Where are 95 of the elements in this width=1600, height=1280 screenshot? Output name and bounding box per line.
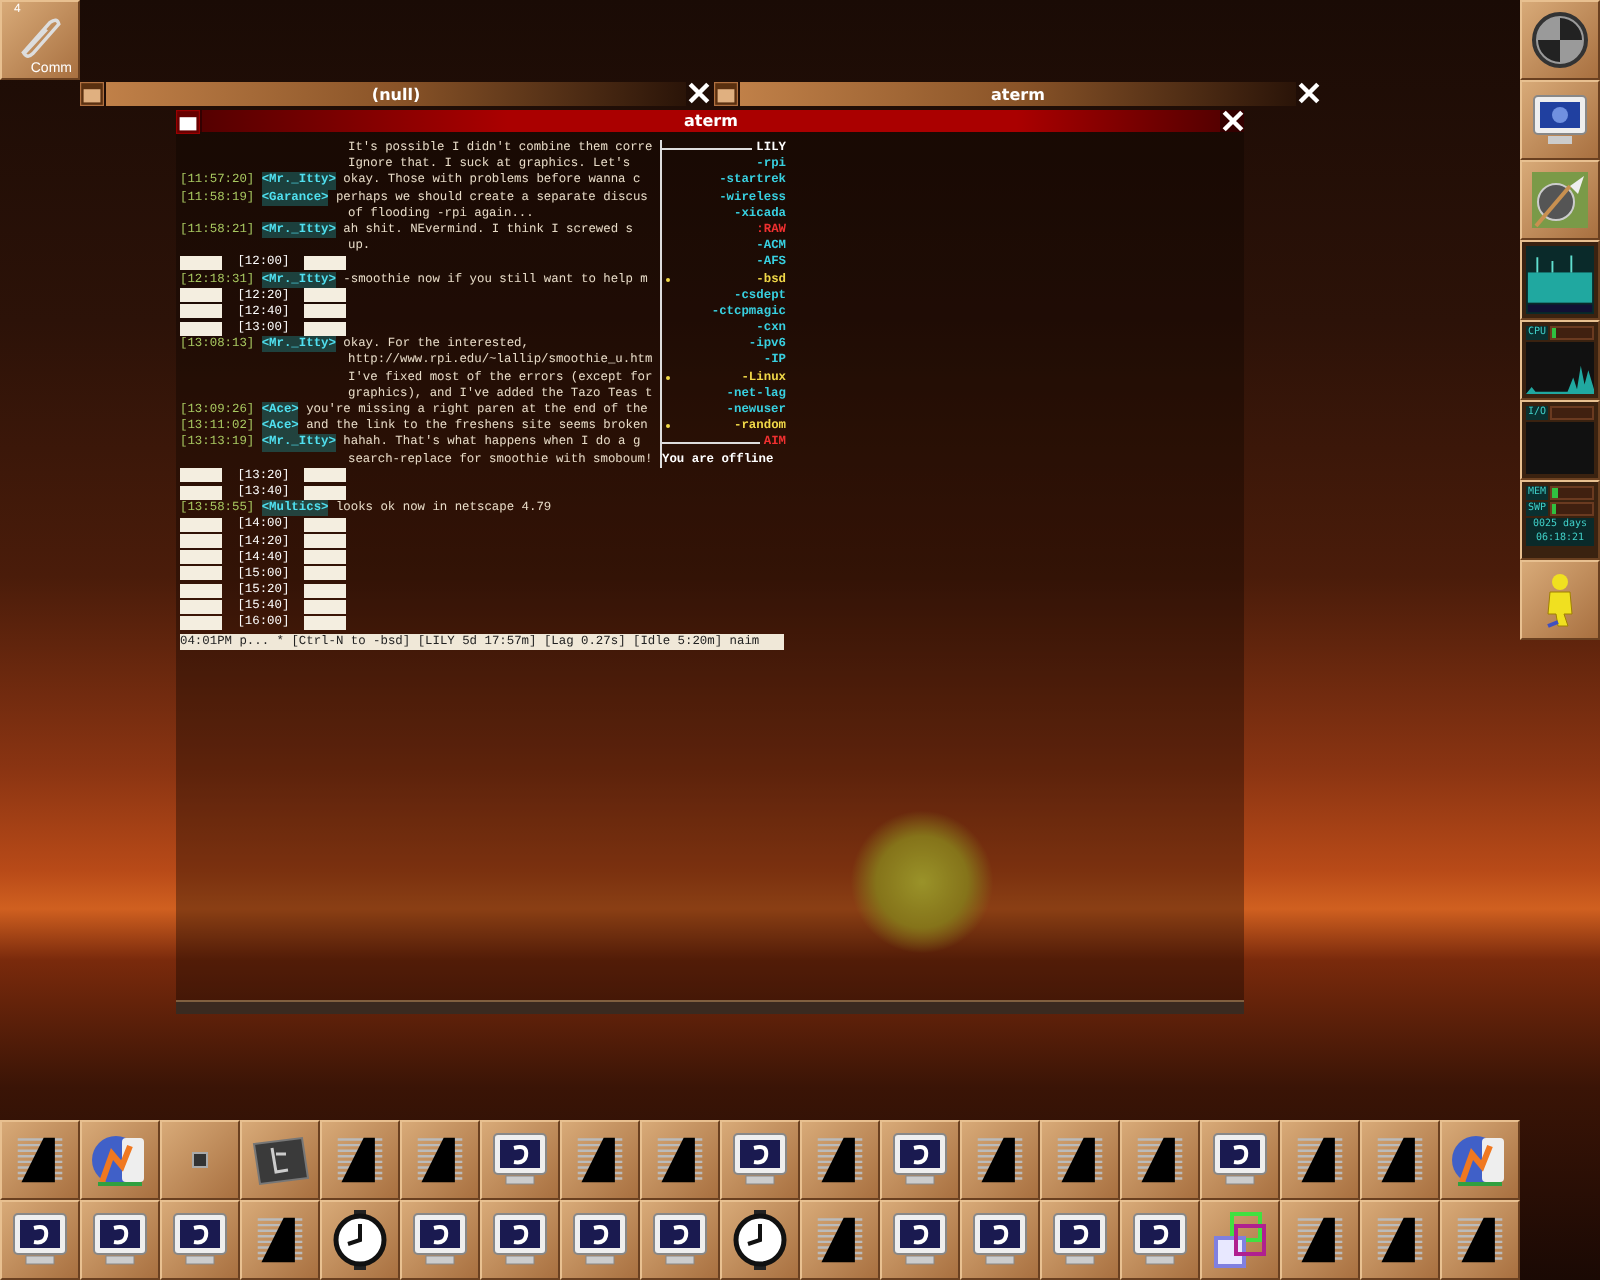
close-icon[interactable] (1298, 82, 1320, 106)
windows-icon (1210, 1210, 1270, 1270)
terminal-icon (254, 1214, 306, 1266)
monitor-icon (970, 1210, 1030, 1270)
meter-bar (1550, 326, 1594, 340)
dock-button[interactable] (80, 1200, 160, 1280)
dock-button[interactable] (1520, 0, 1600, 80)
dock-button[interactable] (320, 1120, 400, 1200)
window-menu-icon[interactable] (80, 82, 104, 106)
terminal-icon (1134, 1134, 1186, 1186)
dock-button[interactable] (1280, 1200, 1360, 1280)
dock-button[interactable] (1120, 1200, 1200, 1280)
dock-button[interactable] (160, 1120, 240, 1200)
monitor-icon (10, 1210, 70, 1270)
meter-bar (1550, 406, 1594, 420)
dock-button[interactable] (1520, 80, 1600, 160)
disk-icon (1530, 10, 1590, 70)
dock-button[interactable] (960, 1120, 1040, 1200)
dock-button[interactable] (880, 1120, 960, 1200)
dock-button[interactable] (0, 1200, 80, 1280)
dock-button[interactable] (800, 1200, 880, 1280)
dock-button[interactable] (0, 1120, 80, 1200)
dock-button[interactable] (80, 1120, 160, 1200)
monitor-icon (490, 1210, 550, 1270)
title-bar[interactable]: aterm (740, 82, 1296, 106)
dock-button[interactable] (1280, 1120, 1360, 1200)
close-icon[interactable] (688, 82, 710, 106)
terminal-icon (1294, 1214, 1346, 1266)
dock-button[interactable] (640, 1200, 720, 1280)
terminal-icon (1374, 1214, 1426, 1266)
monitor-icon (890, 1210, 950, 1270)
title-bar[interactable]: (null) (106, 82, 686, 106)
clock-icon (730, 1210, 790, 1270)
terminal-icon (334, 1134, 386, 1186)
dock-button[interactable] (880, 1200, 960, 1280)
io-graph-drawing (1526, 422, 1594, 474)
terminal-icon (1054, 1134, 1106, 1186)
terminal-icon (14, 1134, 66, 1186)
logo-icon (1450, 1130, 1510, 1190)
monitor-icon (1530, 90, 1590, 150)
terminal-icon (1454, 1214, 1506, 1266)
monitor-icon (1050, 1210, 1110, 1270)
dock-button[interactable] (400, 1120, 480, 1200)
dock-button[interactable] (560, 1120, 640, 1200)
monitor-icon (650, 1210, 710, 1270)
dock-button[interactable] (400, 1200, 480, 1280)
window-menu-icon[interactable] (176, 110, 200, 134)
monitor-icon (730, 1130, 790, 1190)
dock-button[interactable] (240, 1200, 320, 1280)
dock-button[interactable] (960, 1200, 1040, 1280)
close-icon[interactable] (1222, 110, 1244, 134)
dock-button[interactable] (1360, 1120, 1440, 1200)
monitor-icon (490, 1130, 550, 1190)
dock-button[interactable] (1440, 1120, 1520, 1200)
terminal-icon (654, 1134, 706, 1186)
dock-button[interactable] (560, 1200, 640, 1280)
monitor-icon (1130, 1210, 1190, 1270)
terminal-icon (974, 1134, 1026, 1186)
dock-button[interactable] (1200, 1120, 1280, 1200)
cpu-graph-drawing (1526, 342, 1594, 394)
network-graph-drawing (1524, 246, 1596, 314)
paint-brush-icon (1530, 170, 1590, 230)
dock-button[interactable] (1520, 560, 1600, 640)
title-bar[interactable]: aterm (202, 110, 1220, 132)
terminal-icon (1294, 1134, 1346, 1186)
dock-button[interactable] (1200, 1200, 1280, 1280)
dock-button[interactable] (1040, 1120, 1120, 1200)
dock-button[interactable] (640, 1120, 720, 1200)
monitor-icon (1210, 1130, 1270, 1190)
terminal-icon (1374, 1134, 1426, 1186)
window-menu-icon[interactable] (714, 82, 738, 106)
dock-button[interactable] (1120, 1120, 1200, 1200)
logo-icon (90, 1130, 150, 1190)
dock-button[interactable] (1440, 1200, 1520, 1280)
dock-button[interactable] (240, 1120, 320, 1200)
terminal-icon (574, 1134, 626, 1186)
dock-button[interactable] (720, 1120, 800, 1200)
dock-button[interactable] (160, 1200, 240, 1280)
dock-button[interactable] (800, 1120, 880, 1200)
dock-button[interactable] (1040, 1200, 1120, 1280)
small-square-icon (192, 1152, 208, 1168)
dock-button[interactable] (320, 1200, 400, 1280)
terminal-icon (814, 1214, 866, 1266)
monitor-icon (90, 1210, 150, 1270)
dock-button[interactable] (1360, 1200, 1440, 1280)
dock-button[interactable] (720, 1200, 800, 1280)
monitor-icon (570, 1210, 630, 1270)
terminal-icon (814, 1134, 866, 1186)
clock-icon (330, 1210, 390, 1270)
monitor-icon (410, 1210, 470, 1270)
terminal-icon (414, 1134, 466, 1186)
monitor-icon (890, 1130, 950, 1190)
dock-button[interactable] (480, 1200, 560, 1280)
monitor-icon (170, 1210, 230, 1270)
dock-button[interactable] (480, 1120, 560, 1200)
